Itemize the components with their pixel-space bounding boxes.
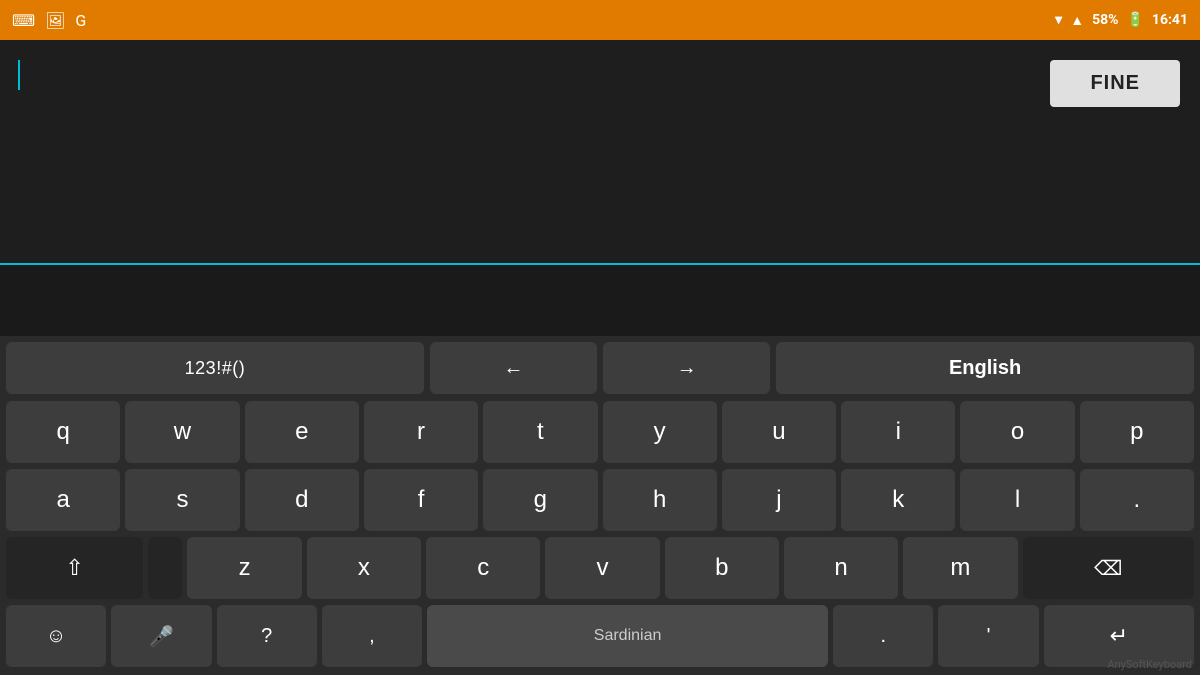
battery-percent: 58% [1092, 12, 1118, 28]
key-l[interactable]: l [960, 469, 1074, 531]
keyboard-icon: ⌨ [12, 11, 35, 30]
key-k[interactable]: k [841, 469, 955, 531]
key-f[interactable]: f [364, 469, 478, 531]
key-t[interactable]: t [483, 401, 597, 463]
numbers-key[interactable]: 123!#() [6, 342, 424, 394]
key-w[interactable]: w [125, 401, 239, 463]
wifi-icon: ▾ [1055, 12, 1062, 28]
key-x[interactable]: x [307, 537, 421, 599]
space-key[interactable]: Sardinian [427, 605, 828, 667]
status-left-icons: ⌨ 🖼 G [12, 11, 86, 30]
keyboard-row-2: a s d f g h j k l . [0, 466, 1200, 534]
time-display: 16:41 [1152, 12, 1188, 28]
key-b[interactable]: b [665, 537, 779, 599]
key-h[interactable]: h [603, 469, 717, 531]
grammarly-icon: G [75, 11, 86, 30]
arrow-right-key[interactable]: → [603, 342, 770, 394]
keyboard-row-1: q w e r t y u i o p [0, 398, 1200, 466]
key-s[interactable]: s [125, 469, 239, 531]
key-u[interactable]: u [722, 401, 836, 463]
key-period[interactable]: . [1080, 469, 1194, 531]
text-input-area[interactable]: FINE [0, 40, 1200, 265]
comma-key[interactable]: , [322, 605, 422, 667]
spacer-left [148, 537, 182, 599]
key-o[interactable]: o [960, 401, 1074, 463]
key-g[interactable]: g [483, 469, 597, 531]
keyboard-row-3: ⇧ z x c v b n m ⌫ [0, 534, 1200, 602]
question-key[interactable]: ? [217, 605, 317, 667]
keyboard-top-row: 123!#() ← → English [0, 336, 1200, 398]
key-j[interactable]: j [722, 469, 836, 531]
signal-icon: ▲ [1070, 12, 1084, 29]
status-right-info: ▾ ▲ 58% 🔋 16:41 [1055, 12, 1188, 29]
image-icon: 🖼 [45, 11, 65, 30]
quote-key[interactable]: ' [938, 605, 1038, 667]
key-d[interactable]: d [245, 469, 359, 531]
key-e[interactable]: e [245, 401, 359, 463]
emoji-key[interactable]: ☺ [6, 605, 106, 667]
status-bar: ⌨ 🖼 G ▾ ▲ 58% 🔋 16:41 [0, 0, 1200, 40]
battery-icon: 🔋 [1126, 12, 1143, 28]
period-small-key[interactable]: . [833, 605, 933, 667]
key-q[interactable]: q [6, 401, 120, 463]
text-cursor [18, 60, 20, 90]
key-a[interactable]: a [6, 469, 120, 531]
shift-key[interactable]: ⇧ [6, 537, 143, 599]
key-c[interactable]: c [426, 537, 540, 599]
key-p[interactable]: p [1080, 401, 1194, 463]
watermark: AnySoftKeyboard [1107, 658, 1192, 671]
keyboard-bottom-row: ☺ 🎤 ? , Sardinian . ' ↵ [0, 602, 1200, 675]
mic-key[interactable]: 🎤 [111, 605, 211, 667]
key-z[interactable]: z [187, 537, 301, 599]
arrow-left-key[interactable]: ← [430, 342, 597, 394]
key-i[interactable]: i [841, 401, 955, 463]
language-key[interactable]: English [776, 342, 1194, 394]
key-v[interactable]: v [545, 537, 659, 599]
key-m[interactable]: m [903, 537, 1017, 599]
backspace-key[interactable]: ⌫ [1023, 537, 1194, 599]
keyboard: 123!#() ← → English q w e r t y u i o p … [0, 336, 1200, 675]
fine-button[interactable]: FINE [1050, 60, 1180, 107]
key-n[interactable]: n [784, 537, 898, 599]
key-y[interactable]: y [603, 401, 717, 463]
key-r[interactable]: r [364, 401, 478, 463]
